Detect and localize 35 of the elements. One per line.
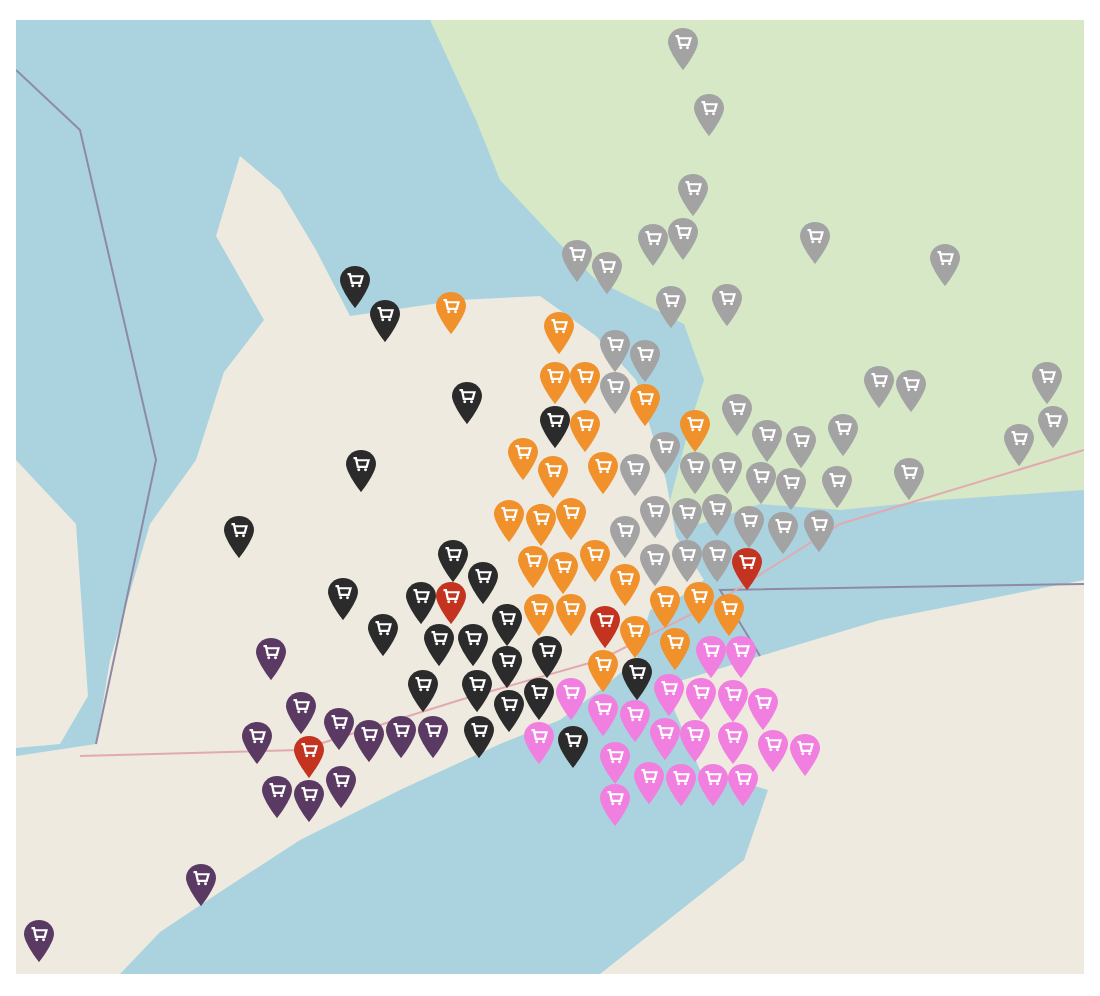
shopping-map-pin[interactable] bbox=[346, 450, 376, 492]
shopping-map-pin[interactable] bbox=[286, 692, 316, 734]
shopping-map-pin[interactable] bbox=[464, 716, 494, 758]
shopping-map-pin[interactable] bbox=[294, 780, 324, 822]
shopping-map-pin[interactable] bbox=[492, 604, 522, 646]
shopping-map-pin[interactable] bbox=[326, 766, 356, 808]
shopping-map-pin[interactable] bbox=[256, 638, 286, 680]
shopping-map-pin[interactable] bbox=[558, 726, 588, 768]
shopping-map-pin[interactable] bbox=[262, 776, 292, 818]
shopping-map-pin[interactable] bbox=[406, 582, 436, 624]
shopping-map-pin[interactable] bbox=[468, 562, 498, 604]
shopping-map-pin[interactable] bbox=[186, 864, 216, 906]
shopping-map-pin[interactable] bbox=[438, 540, 468, 582]
shopping-map-pin[interactable] bbox=[340, 266, 370, 308]
shopping-map-pin[interactable] bbox=[368, 614, 398, 656]
shopping-map-pin[interactable] bbox=[324, 708, 354, 750]
shopping-map-pin[interactable] bbox=[242, 722, 272, 764]
shopping-map-pin[interactable] bbox=[370, 300, 400, 342]
shopping-map-pin[interactable] bbox=[408, 670, 438, 712]
shopping-map-pin[interactable] bbox=[328, 578, 358, 620]
shopping-map-pin[interactable] bbox=[354, 720, 384, 762]
shopping-map-pin[interactable] bbox=[524, 678, 554, 720]
shopping-map-pin[interactable] bbox=[386, 716, 416, 758]
shopping-map-pin[interactable] bbox=[462, 670, 492, 712]
shopping-map-pin[interactable] bbox=[458, 624, 488, 666]
shopping-map-pin[interactable] bbox=[532, 636, 562, 678]
shopping-map-pin[interactable] bbox=[452, 382, 482, 424]
shopping-map-pin[interactable] bbox=[224, 516, 254, 558]
shopping-map-pin[interactable] bbox=[494, 690, 524, 732]
shopping-map-pin[interactable] bbox=[24, 920, 54, 962]
shopping-map-pin[interactable] bbox=[622, 658, 652, 700]
shopping-map-pin[interactable] bbox=[492, 646, 522, 688]
shopping-map-pin[interactable] bbox=[418, 716, 448, 758]
shopping-map-pin[interactable] bbox=[540, 406, 570, 448]
shopping-map-pin[interactable] bbox=[424, 624, 454, 666]
